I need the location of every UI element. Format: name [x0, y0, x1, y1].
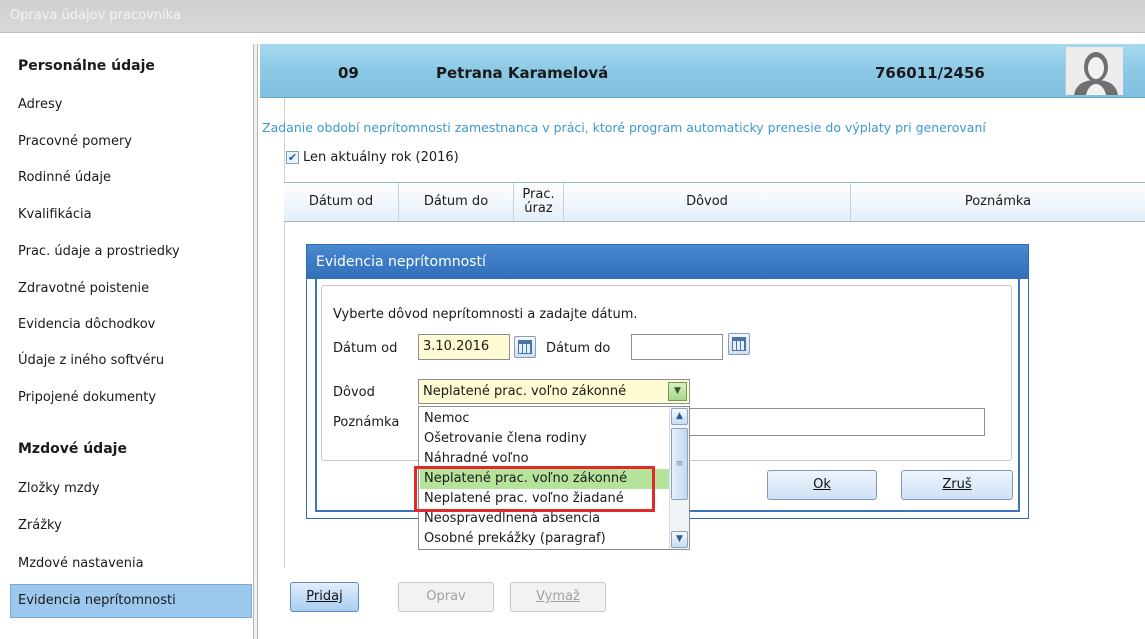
- scroll-up-arrow-icon[interactable]: ▲: [671, 408, 688, 425]
- cancel-button-label: Zruš: [942, 477, 972, 492]
- annotation-highlight-box: [414, 466, 655, 512]
- dialog-instruction: Vyberte dôvod neprítomnosti a zadajte dá…: [333, 307, 638, 322]
- chevron-down-icon[interactable]: ▼: [668, 382, 687, 401]
- dropdown-option[interactable]: Osobné prekážky (paragraf): [424, 529, 606, 549]
- date-to-input[interactable]: [631, 334, 723, 360]
- employee-name: Petrana Karamelová: [436, 64, 609, 82]
- edit-button[interactable]: Oprav: [398, 582, 494, 612]
- sidebar-section-payroll: Mzdové údaje: [18, 441, 127, 457]
- dialog-title-bar[interactable]: Evidencia neprítomností: [307, 245, 1028, 279]
- window-title: Oprava údajov pracovníka: [10, 8, 181, 23]
- column-header-reason[interactable]: Dôvod: [564, 183, 851, 221]
- date-to-calendar-icon[interactable]: [728, 333, 750, 355]
- column-header-note[interactable]: Poznámka: [851, 183, 1145, 221]
- sidebar-section-personal: Personálne údaje: [18, 58, 155, 74]
- edit-button-label: Oprav: [426, 589, 466, 604]
- sidebar: Personálne údaje Adresy Pracovné pomery …: [6, 44, 252, 639]
- sidebar-item-evidencia-dochodkov[interactable]: Evidencia dôchodkov: [10, 308, 252, 342]
- column-header-date-from[interactable]: Dátum od: [284, 183, 399, 221]
- date-from-calendar-icon[interactable]: [514, 336, 536, 358]
- sidebar-item-zlozky-mzdy[interactable]: Zložky mzdy: [10, 472, 252, 506]
- sidebar-item-mzdove-nastavenia[interactable]: Mzdové nastavenia: [10, 547, 252, 581]
- absence-table-header: Dátum od Dátum do Prac. úraz Dôvod Pozná…: [284, 182, 1145, 222]
- info-text: Zadanie období neprítomnosti zamestnanca…: [262, 120, 986, 135]
- current-year-checkbox[interactable]: ✔ Len aktuálny rok (2016): [286, 150, 459, 165]
- delete-button-label: Vymaž: [536, 589, 580, 604]
- date-from-label: Dátum od: [333, 341, 398, 356]
- add-button[interactable]: Pridaj: [290, 582, 359, 612]
- sidebar-item-kvalifikacia[interactable]: Kvalifikácia: [10, 198, 252, 232]
- dropdown-option[interactable]: Neospravedlnená absencia: [424, 509, 600, 529]
- dropdown-option[interactable]: Ošetrovanie člena rodiny: [424, 429, 587, 449]
- sidebar-item-evidencia-nepritomnosti[interactable]: Evidencia neprítomnosti: [10, 584, 252, 618]
- avatar-placeholder-icon: [1065, 47, 1123, 95]
- reason-select[interactable]: Neplatené prac. voľno zákonné ▼: [418, 379, 690, 404]
- reason-label: Dôvod: [333, 385, 375, 400]
- dropdown-option[interactable]: Nemoc: [424, 409, 470, 429]
- reason-select-value: Neplatené prac. voľno zákonné: [423, 384, 627, 399]
- employee-header: 09 Petrana Karamelová 766011/2456: [260, 44, 1145, 98]
- sidebar-item-zdravotne-poistenie[interactable]: Zdravotné poistenie: [10, 272, 252, 306]
- sidebar-item-pripojene-dokumenty[interactable]: Pripojené dokumenty: [10, 381, 252, 415]
- employee-id: 09: [338, 64, 359, 82]
- employee-birth-number: 766011/2456: [875, 64, 985, 82]
- dialog-title: Evidencia neprítomností: [316, 254, 486, 270]
- sidebar-item-adresy[interactable]: Adresy: [10, 88, 252, 122]
- scroll-down-arrow-icon[interactable]: ▼: [671, 531, 688, 548]
- ok-button-label: Ok: [813, 477, 831, 492]
- delete-button[interactable]: Vymaž: [510, 582, 606, 612]
- column-header-date-to[interactable]: Dátum do: [399, 183, 514, 221]
- note-input[interactable]: [680, 408, 985, 436]
- window-title-bar: Oprava údajov pracovníka: [0, 0, 1145, 33]
- sidebar-item-udaje-z-ineho-softveru[interactable]: Údaje z iného softvéru: [10, 344, 252, 378]
- dropdown-scrollbar[interactable]: ▲ ≡ ▼: [669, 407, 689, 549]
- date-from-input[interactable]: 3.10.2016: [418, 334, 510, 360]
- current-year-checkbox-label: Len aktuálny rok (2016): [303, 150, 459, 165]
- sidebar-item-prac-udaje[interactable]: Prac. údaje a prostriedky: [10, 235, 252, 269]
- sidebar-item-zrazky[interactable]: Zrážky: [10, 509, 252, 543]
- add-button-label: Pridaj: [306, 589, 343, 604]
- cancel-button[interactable]: Zruš: [901, 470, 1013, 500]
- sidebar-item-pracovne-pomery[interactable]: Pracovné pomery: [10, 125, 252, 159]
- sidebar-item-rodinne-udaje[interactable]: Rodinné údaje: [10, 161, 252, 195]
- scrollbar-thumb[interactable]: ≡: [671, 428, 688, 500]
- sidebar-splitter[interactable]: [253, 44, 258, 639]
- note-label: Poznámka: [333, 415, 400, 430]
- column-header-work-injury[interactable]: Prac. úraz: [514, 183, 564, 221]
- ok-button[interactable]: Ok: [767, 470, 877, 500]
- checkbox-checked-icon[interactable]: ✔: [286, 151, 299, 164]
- date-to-label: Dátum do: [546, 341, 611, 356]
